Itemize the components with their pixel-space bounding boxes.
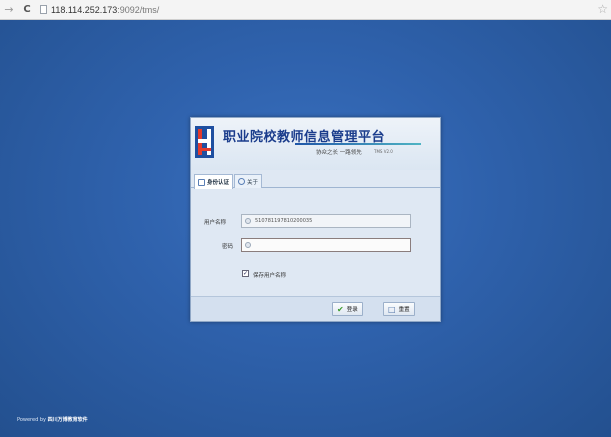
login-header: 职业院校教师信息管理平台 协众之长 一路领先 TMS V2.0 xyxy=(191,118,440,170)
key-icon xyxy=(245,242,251,248)
powered-by: Powered by 四川万博教育软件 xyxy=(17,416,88,423)
tab-identity[interactable]: 身份认证 xyxy=(194,174,234,189)
eraser-icon: □ xyxy=(388,304,396,314)
remember-label[interactable]: 保存用户名称 xyxy=(253,271,286,279)
remember-checkbox[interactable]: ✓ xyxy=(242,270,249,277)
reload-icon[interactable]: C xyxy=(20,3,34,17)
url-path: :9092/tms/ xyxy=(117,4,160,15)
help-icon xyxy=(238,178,245,185)
powered-company: 四川万博教育软件 xyxy=(47,417,88,423)
password-input[interactable] xyxy=(241,238,411,252)
checkmark-icon: ✔ xyxy=(337,304,344,314)
address-bar[interactable]: 118.114.252.173:9092/tms/ xyxy=(51,5,159,15)
browser-toolbar: → C 118.114.252.173:9092/tms/ ☆ xyxy=(0,0,611,20)
back-arrow-icon[interactable]: → xyxy=(2,3,16,17)
platform-motto: 协众之长 一路领先 xyxy=(316,150,362,156)
user-icon xyxy=(245,218,251,224)
username-label: 用户名称 xyxy=(204,220,227,226)
password-label: 密码 xyxy=(222,244,234,250)
reset-button[interactable]: □ 重置 xyxy=(383,302,415,316)
login-button-label: 登录 xyxy=(346,307,358,313)
tab-about[interactable]: 关于 xyxy=(234,174,263,188)
url-host: 118.114.252.173 xyxy=(51,4,118,15)
dialog-footer: ✔ 登录 □ 重置 xyxy=(191,296,440,321)
version-label: TMS V2.0 xyxy=(374,149,393,154)
reset-button-label: 重置 xyxy=(398,307,410,313)
login-button[interactable]: ✔ 登录 xyxy=(332,302,363,316)
tab-identity-label: 身份认证 xyxy=(207,180,230,186)
username-input[interactable]: 510781197810200035 xyxy=(241,214,411,228)
lock-icon xyxy=(198,178,205,186)
star-icon[interactable]: ☆ xyxy=(597,2,608,16)
username-value: 510781197810200035 xyxy=(255,218,313,224)
login-dialog: 职业院校教师信息管理平台 协众之长 一路领先 TMS V2.0 身份认证 关于 … xyxy=(190,117,441,322)
tab-about-label: 关于 xyxy=(247,179,259,186)
logo-icon xyxy=(195,126,214,158)
title-rule xyxy=(295,143,421,145)
page-icon xyxy=(40,5,47,14)
powered-prefix: Powered by xyxy=(17,417,48,423)
login-form: 用户名称 510781197810200035 密码 ✓ 保存用户名称 xyxy=(191,188,440,296)
login-tabs: 身份认证 关于 xyxy=(191,170,440,189)
